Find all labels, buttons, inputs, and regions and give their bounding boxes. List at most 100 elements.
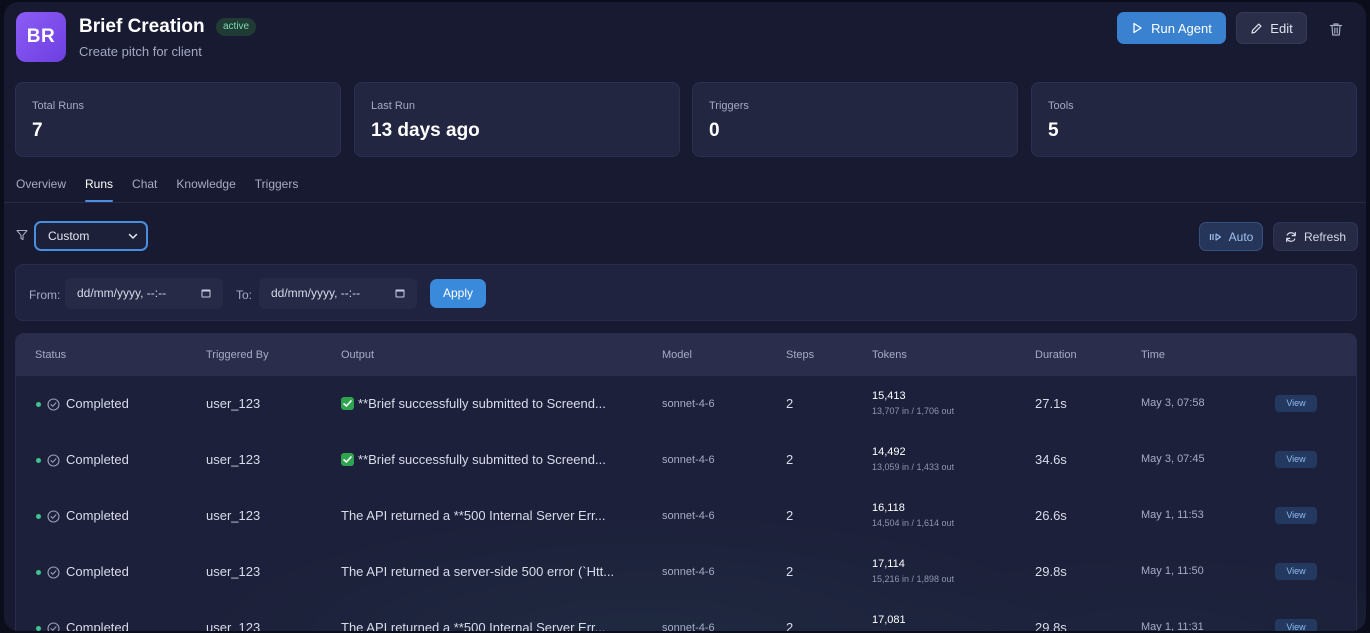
tab-runs[interactable]: Runs [85,172,114,202]
view-run-button[interactable]: View [1275,395,1317,412]
column-header-model: Model [662,349,692,361]
output-text: The API returned a **500 Internal Server… [341,620,606,631]
tokens-breakdown: 15,216 in / 1,898 out [872,574,955,584]
table-row[interactable]: Completed user_123 **Brief successfully … [16,376,1356,432]
agent-subtitle: Create pitch for client [79,44,202,59]
model-name: sonnet-4-6 [662,566,715,578]
tokens-breakdown: 14,504 in / 1,614 out [872,518,955,528]
model-name: sonnet-4-6 [662,454,715,466]
status-text: Completed [66,452,129,467]
tab-triggers[interactable]: Triggers [255,172,299,202]
check-mark-icon [341,453,354,466]
duration: 29.8s [1035,620,1067,631]
duration: 26.6s [1035,508,1067,523]
model-name: sonnet-4-6 [662,510,715,522]
output-preview: **Brief successfully submitted to Screen… [341,396,606,411]
duration: 29.8s [1035,564,1067,579]
status-dot [36,570,41,575]
delete-button[interactable] [1324,17,1348,41]
date-range-select[interactable]: Custom [34,221,148,251]
table-header: Status Triggered By Output Model Steps T… [16,334,1356,376]
column-header-steps: Steps [786,349,815,361]
run-time: May 3, 07:58 [1141,397,1205,409]
steps-count: 2 [786,396,794,411]
check-mark-icon [341,397,354,410]
refresh-button[interactable]: Refresh [1273,222,1358,251]
tokens-breakdown: 13,059 in / 1,433 out [872,462,955,472]
table-row[interactable]: Completed user_123 The API returned a **… [16,600,1356,631]
tokens-breakdown: 13,707 in / 1,706 out [872,406,955,416]
to-date-placeholder: dd/mm/yyyy, --:-- [271,286,361,300]
view-run-button[interactable]: View [1275,507,1317,524]
from-date-placeholder: dd/mm/yyyy, --:-- [77,286,167,300]
pencil-icon [1251,23,1262,34]
check-circle-icon [47,398,60,411]
to-date-input[interactable]: dd/mm/yyyy, --:-- [259,278,417,309]
tab-chat[interactable]: Chat [132,172,157,202]
output-text: The API returned a server-side 500 error… [341,564,615,579]
tokens-breakdown: 15,093 in / 1,988 out [872,630,954,631]
table-row[interactable]: Completed user_123 The API returned a **… [16,488,1356,544]
stat-label: Tools [1048,100,1074,112]
agent-avatar: BR [16,12,66,62]
status-dot [36,458,41,463]
tokens-total: 17,081 [872,614,906,626]
output-text: **Brief successfully submitted to Screen… [358,396,606,411]
check-circle-icon [47,510,60,523]
view-run-button[interactable]: View [1275,563,1317,580]
stat-card-tools: Tools 5 [1031,82,1357,157]
run-time: May 3, 07:45 [1141,453,1205,465]
status-text: Completed [66,564,129,579]
stat-card-last-run: Last Run 13 days ago [354,82,680,157]
stat-value: 5 [1048,120,1059,141]
trash-icon [1329,22,1343,36]
tokens-total: 14,492 [872,446,906,458]
column-header-status: Status [35,349,67,361]
view-run-button[interactable]: View [1275,451,1317,468]
from-date-input[interactable]: dd/mm/yyyy, --:-- [65,278,223,309]
column-header-time: Time [1141,349,1166,361]
duration: 34.6s [1035,452,1067,467]
triggered-by: user_123 [206,508,261,523]
status-text: Completed [66,508,129,523]
steps-count: 2 [786,620,794,631]
tab-divider [4,202,1366,203]
view-run-button[interactable]: View [1275,619,1317,631]
column-header-output: Output [341,349,375,361]
refresh-label: Refresh [1303,229,1347,244]
to-label: To: [236,288,253,302]
model-name: sonnet-4-6 [662,398,715,410]
agent-header: BR Brief Creation active Create pitch fo… [4,2,1366,74]
stat-card-triggers: Triggers 0 [692,82,1018,157]
refresh-icon [1286,231,1296,242]
apply-button[interactable]: Apply [430,279,486,308]
pause-play-icon [1209,232,1221,241]
output-preview: The API returned a **500 Internal Server… [341,508,605,523]
auto-refresh-toggle[interactable]: Auto [1199,222,1263,251]
output-preview: **Brief successfully submitted to Screen… [341,452,606,467]
output-preview: The API returned a server-side 500 error… [341,564,614,579]
date-range-value: Custom [48,229,90,243]
triggered-by: user_123 [206,396,261,411]
steps-count: 2 [786,508,794,523]
agent-detail-window: BR Brief Creation active Create pitch fo… [4,2,1366,631]
stat-value: 0 [709,120,720,141]
run-agent-button[interactable]: Run Agent [1117,12,1226,44]
stat-label: Total Runs [32,100,84,112]
status-badge: active [216,18,257,36]
tokens-total: 17,114 [872,558,905,570]
table-row[interactable]: Completed user_123 The API returned a se… [16,544,1356,600]
edit-button[interactable]: Edit [1236,12,1307,44]
duration: 27.1s [1035,396,1067,411]
tab-knowledge[interactable]: Knowledge [176,172,235,202]
table-row[interactable]: Completed user_123 **Brief successfully … [16,432,1356,488]
column-header-triggered-by: Triggered By [206,349,269,361]
play-icon [1133,22,1142,34]
calendar-icon [395,289,405,298]
tokens-total: 15,413 [872,390,906,402]
stat-value: 13 days ago [371,120,480,141]
auto-label: Auto [1228,229,1254,244]
run-time: May 1, 11:31 [1141,621,1204,631]
stat-card-total-runs: Total Runs 7 [15,82,341,157]
tab-overview[interactable]: Overview [16,172,66,202]
